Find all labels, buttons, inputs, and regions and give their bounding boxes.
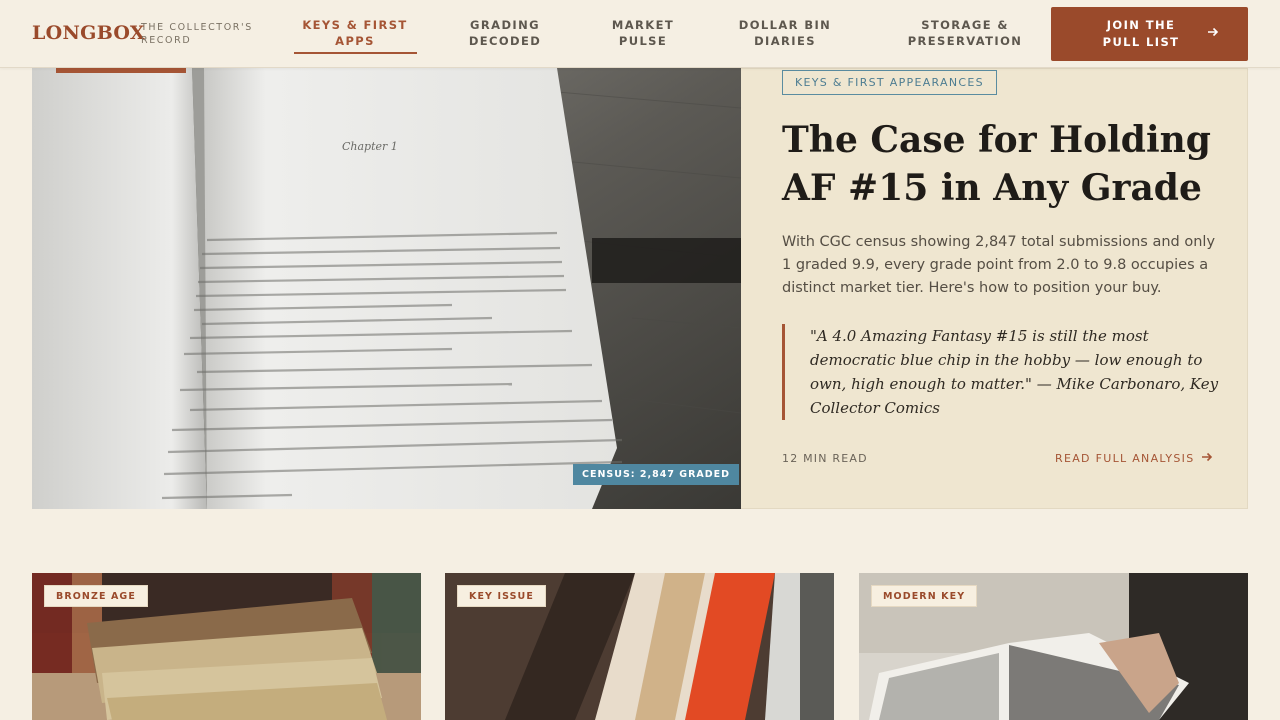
- read-time: 12 MIN READ: [782, 452, 868, 465]
- nav-item-keys-first-apps[interactable]: KEYS & FIRST APPS: [300, 17, 410, 49]
- arrow-right-icon: [1207, 26, 1219, 42]
- nav-item-dollar-bin-diaries[interactable]: DOLLAR BIN DIARIES: [730, 17, 840, 49]
- hero-pull-quote: "A 4.0 Amazing Fantasy #15 is still the …: [782, 324, 1222, 420]
- hero-title[interactable]: The Case for Holding AF #15 in Any Grade: [782, 116, 1212, 212]
- card-category-badge: MODERN KEY: [871, 585, 978, 607]
- read-full-analysis-label: READ FULL ANALYSIS: [1055, 452, 1195, 465]
- arrow-right-icon: [1201, 451, 1213, 466]
- site-tagline: THE COLLECTOR'S RECORD: [141, 22, 253, 46]
- category-tag[interactable]: KEYS & FIRST APPEARANCES: [782, 70, 997, 95]
- nav-item-market-pulse[interactable]: MARKET PULSE: [598, 17, 688, 49]
- article-card[interactable]: KEY ISSUE: [445, 573, 834, 720]
- join-pull-list-label: JOIN THE PULL LIST: [1102, 18, 1180, 49]
- nav-active-indicator: [294, 52, 417, 54]
- site-header: LONGBOX THE COLLECTOR'S RECORD KEYS & FI…: [0, 0, 1280, 68]
- hero-image[interactable]: Chapter 1: [32, 68, 741, 509]
- article-card[interactable]: BRONZE AGE: [32, 573, 421, 720]
- site-logo[interactable]: LONGBOX: [32, 22, 145, 44]
- read-full-analysis-link[interactable]: READ FULL ANALYSIS: [1055, 451, 1213, 466]
- join-pull-list-button[interactable]: JOIN THE PULL LIST: [1051, 7, 1248, 61]
- hero-accent-tab: [56, 68, 186, 73]
- hero-description: With CGC census showing 2,847 total subm…: [782, 234, 1216, 296]
- census-badge: CENSUS: 2,847 GRADED: [573, 464, 739, 485]
- nav-item-grading-decoded[interactable]: GRADING DECODED: [455, 17, 555, 49]
- card-category-badge: BRONZE AGE: [44, 585, 148, 607]
- nav-item-storage-preservation[interactable]: STORAGE & PRESERVATION: [905, 17, 1025, 49]
- svg-text:Chapter 1: Chapter 1: [342, 140, 398, 153]
- article-card[interactable]: MODERN KEY: [859, 573, 1248, 720]
- card-category-badge: KEY ISSUE: [457, 585, 546, 607]
- book-illustration: Chapter 1: [32, 68, 741, 509]
